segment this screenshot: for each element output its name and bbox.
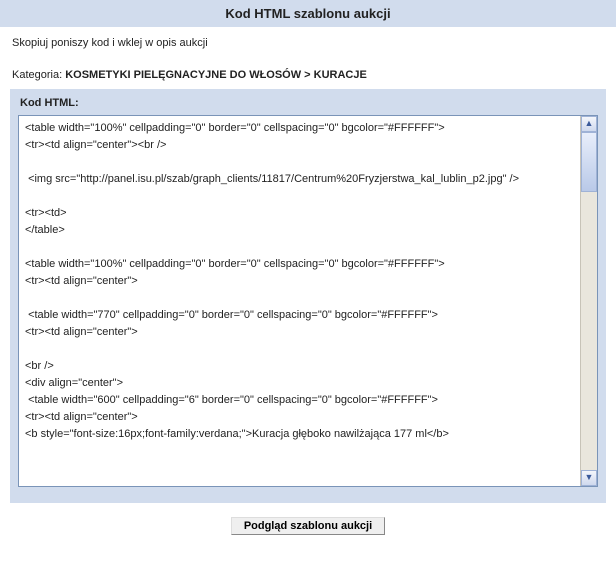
code-panel: Kod HTML: ▲ ▼ bbox=[10, 89, 606, 503]
page-title: Kod HTML szablonu aukcji bbox=[0, 0, 616, 27]
category-path: KOSMETYKI PIELĘGNACYJNE DO WŁOSÓW > KURA… bbox=[65, 69, 367, 81]
scroll-up-button[interactable]: ▲ bbox=[581, 116, 597, 132]
scrollbar[interactable]: ▲ ▼ bbox=[580, 116, 597, 486]
scroll-down-button[interactable]: ▼ bbox=[581, 470, 597, 486]
instruction-text: Skopiuj poniszy kod i wklej w opis aukcj… bbox=[0, 27, 616, 55]
code-panel-label: Kod HTML: bbox=[18, 95, 598, 115]
html-code-textarea[interactable] bbox=[19, 116, 579, 486]
scroll-thumb[interactable] bbox=[581, 132, 597, 192]
category-label: Kategoria: bbox=[12, 69, 62, 81]
category-line: Kategoria: KOSMETYKI PIELĘGNACYJNE DO WŁ… bbox=[0, 55, 616, 87]
preview-button[interactable]: Podgląd szablonu aukcji bbox=[231, 517, 385, 535]
code-textarea-wrap: ▲ ▼ bbox=[18, 115, 598, 487]
